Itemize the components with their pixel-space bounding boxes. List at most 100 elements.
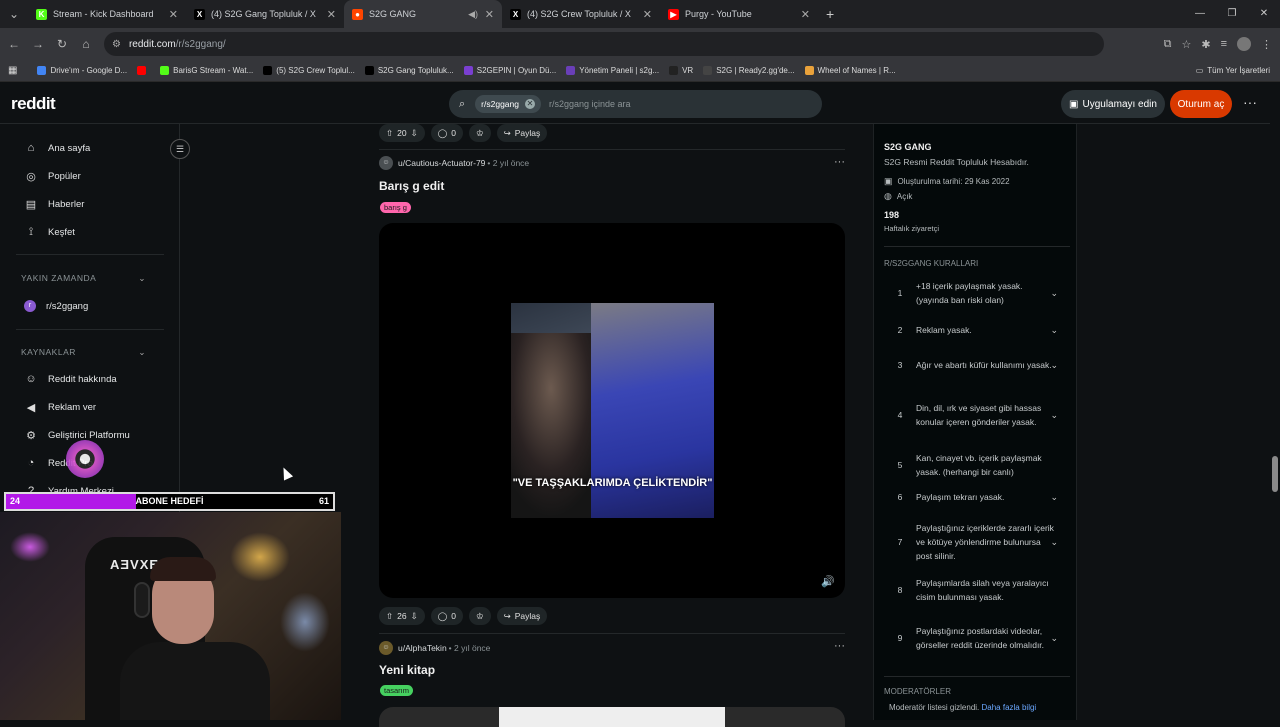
close-window-icon[interactable]: ✕ xyxy=(1248,0,1280,28)
browser-menu-icon[interactable]: ⋮ xyxy=(1261,38,1272,51)
sidebar-item-r-s2ggang[interactable]: r r/s2ggang xyxy=(24,300,88,312)
home-browser-icon[interactable]: ⌂ xyxy=(74,37,98,51)
reload-icon[interactable]: ↻ xyxy=(50,37,74,51)
chevron-down-icon[interactable]: ⌄ xyxy=(1050,286,1058,300)
video-player[interactable]: "VE TAŞŞAKLARIMDA ÇELİKTENDİR" 🔊 xyxy=(379,223,845,598)
bookmark-item[interactable] xyxy=(137,66,150,75)
post-flair[interactable]: barış g xyxy=(380,202,411,213)
close-tab-icon[interactable]: ✕ xyxy=(327,8,336,21)
post-author[interactable]: u/AlphaTekin xyxy=(398,643,447,653)
more-options-icon[interactable]: ··· xyxy=(1243,94,1257,110)
post-author[interactable]: u/Cautious-Actuator-79 xyxy=(398,158,485,168)
new-tab-button[interactable]: + xyxy=(826,6,834,22)
post-image[interactable] xyxy=(379,707,845,727)
bookmark-star-icon[interactable]: ☆ xyxy=(1181,38,1191,51)
close-tab-icon[interactable]: ✕ xyxy=(169,8,178,21)
bookmark-item[interactable]: Wheel of Names | R... xyxy=(804,66,896,75)
sidebar-item-home[interactable]: ⌂ Ana sayfa xyxy=(24,142,91,154)
post-title[interactable]: Yeni kitap xyxy=(379,663,435,677)
sidebar-item-explore[interactable]: ⟟ Keşfet xyxy=(24,226,75,239)
close-tab-icon[interactable]: ✕ xyxy=(643,8,652,21)
sidebar-item-dev[interactable]: ⚙ Geliştirici Platformu xyxy=(24,429,130,442)
url-field[interactable]: ⚙ reddit.com/r/s2ggang/ xyxy=(104,32,1104,56)
forward-icon[interactable]: → xyxy=(26,37,50,51)
user-avatar[interactable]: ☺ xyxy=(379,156,393,170)
comments-button[interactable]: ◯ 0 xyxy=(430,607,463,625)
bookmark-item[interactable]: S2GEPIN | Oyun Dü... xyxy=(463,66,556,75)
minimize-icon[interactable]: — xyxy=(1184,0,1216,28)
all-bookmarks[interactable]: ▭ Tüm Yer İşaretleri xyxy=(1196,66,1270,75)
bookmark-item[interactable]: Drive'ım - Google D... xyxy=(37,66,127,75)
post-flair[interactable]: tasarım xyxy=(380,685,414,696)
browser-tab[interactable]: K Stream - Kick Dashboard ✕ xyxy=(28,0,186,28)
chevron-down-icon[interactable]: ⌄ xyxy=(1050,490,1058,504)
back-icon[interactable]: ← xyxy=(2,37,26,51)
bookmark-item[interactable]: VR xyxy=(669,66,693,75)
browser-tab[interactable]: ▶ Purgy - YouTube ✕ xyxy=(660,0,818,28)
search-scope-chip[interactable]: r/s2ggang ✕ xyxy=(475,95,541,113)
sidebar-item-about[interactable]: ☺ Reddit hakkında xyxy=(24,373,116,385)
audio-playing-icon[interactable]: ◀) xyxy=(468,9,478,20)
chevron-down-icon[interactable]: ⌄ xyxy=(1050,631,1058,645)
award-button[interactable]: ♔ xyxy=(468,124,491,142)
rule-item[interactable]: 1 +18 içerik paylaşmak yasak. (yayında ba… xyxy=(884,274,1070,312)
apps-grid-icon[interactable]: ▦ xyxy=(8,65,17,76)
chevron-down-icon[interactable]: ⌄ xyxy=(1050,535,1058,549)
downvote-icon[interactable]: ⇩ xyxy=(411,611,418,622)
sidebar-item-advertise[interactable]: ◀ Reklam ver xyxy=(24,401,96,414)
scrollbar-thumb[interactable] xyxy=(1272,456,1278,492)
sidebar-item-news[interactable]: ▤ Haberler xyxy=(24,198,85,211)
rule-item[interactable]: 3 Ağır ve abartı küfür kullanımı yasak. ⌄ xyxy=(884,346,1070,384)
user-avatar[interactable]: ☺ xyxy=(379,641,393,655)
browser-tab[interactable]: ● S2G GANG ✕ ◀) xyxy=(344,0,502,28)
restore-icon[interactable]: ❐ xyxy=(1216,0,1248,28)
close-tab-icon[interactable]: ✕ xyxy=(485,8,494,21)
profile-avatar[interactable] xyxy=(1237,37,1251,51)
rule-item[interactable]: 7 Paylaştığınız içeriklerde zararlı içeri… xyxy=(884,516,1070,568)
rule-item[interactable]: 6 Paylaşım tekrarı yasak. ⌄ xyxy=(884,486,1070,508)
search-bar[interactable]: ⌕ r/s2ggang ✕ r/s2ggang içinde ara xyxy=(449,90,822,118)
chevron-down-icon[interactable]: ⌄ xyxy=(1050,408,1058,422)
rule-item[interactable]: 4 Din, dil, ırk ve siyaset gibi hassas ko… xyxy=(884,389,1070,441)
extensions-icon[interactable]: ✱ xyxy=(1201,38,1210,51)
share-button[interactable]: ↪ Paylaş xyxy=(496,607,548,625)
bookmark-item[interactable]: BarisG Stream - Wat... xyxy=(160,66,253,75)
award-button[interactable]: ♔ xyxy=(468,607,491,625)
downvote-icon[interactable]: ⇩ xyxy=(411,128,418,139)
more-info-link[interactable]: Daha fazla bilgi xyxy=(982,703,1037,712)
get-app-button[interactable]: ▣ Uygulamayı edin xyxy=(1061,90,1165,118)
share-button[interactable]: ↪ Paylaş xyxy=(496,124,548,142)
upvote-icon[interactable]: ⇧ xyxy=(386,611,393,622)
bookmark-item[interactable]: Yönetim Paneli | s2g... xyxy=(566,66,659,75)
site-info-icon[interactable]: ⚙ xyxy=(112,39,121,50)
rule-item[interactable]: 5 Kan, cinayet vb. içerik paylaşmak yasak… xyxy=(884,446,1070,484)
close-tab-icon[interactable]: ✕ xyxy=(801,8,810,21)
recent-section-header[interactable]: YAKIN ZAMANDA ⌄ xyxy=(21,273,146,283)
rule-item[interactable]: 9 Paylaştığınız postlardaki videolar, gör… xyxy=(884,612,1070,664)
resources-section-header[interactable]: KAYNAKLAR ⌄ xyxy=(21,347,146,357)
chevron-down-icon[interactable]: ⌄ xyxy=(1050,358,1058,372)
media-control-icon[interactable]: ≡ xyxy=(1221,38,1227,50)
volume-icon[interactable]: 🔊 xyxy=(821,575,835,588)
browser-tab[interactable]: X (4) S2G Crew Topluluk / X ✕ xyxy=(502,0,660,28)
upvote-icon[interactable]: ⇧ xyxy=(386,128,393,139)
rule-item[interactable]: 8 Paylaşımlarda silah veya yaralayıcı cis… xyxy=(884,571,1070,609)
post-options-icon[interactable]: ··· xyxy=(834,640,845,652)
bookmark-item[interactable]: S2G Gang Topluluk... xyxy=(364,66,454,75)
collapse-sidebar-icon[interactable]: ☰ xyxy=(170,139,190,159)
chevron-down-icon[interactable]: ⌄ xyxy=(1050,323,1058,337)
sidebar-item-popular[interactable]: ◎ Popüler xyxy=(24,170,81,183)
page-scrollbar[interactable] xyxy=(1270,84,1280,720)
login-button[interactable]: Oturum aç xyxy=(1170,90,1232,118)
reddit-logo[interactable]: reddit xyxy=(11,94,56,114)
bookmark-item[interactable]: S2G | Ready2.gg'de... xyxy=(703,66,795,75)
comments-button[interactable]: ◯ 0 xyxy=(430,124,463,142)
tab-search-icon[interactable]: ⌄ xyxy=(0,7,28,21)
search-input[interactable]: r/s2ggang içinde ara xyxy=(549,99,631,109)
post-options-icon[interactable]: ··· xyxy=(834,156,845,168)
browser-tab[interactable]: X (4) S2G Gang Topluluk / X ✕ xyxy=(186,0,344,28)
post-title[interactable]: Barış g edit xyxy=(379,179,444,193)
clear-scope-icon[interactable]: ✕ xyxy=(524,99,535,109)
rule-item[interactable]: 2 Reklam yasak. ⌄ xyxy=(884,319,1070,341)
bookmark-item[interactable]: (5) S2G Crew Toplul... xyxy=(263,66,355,75)
